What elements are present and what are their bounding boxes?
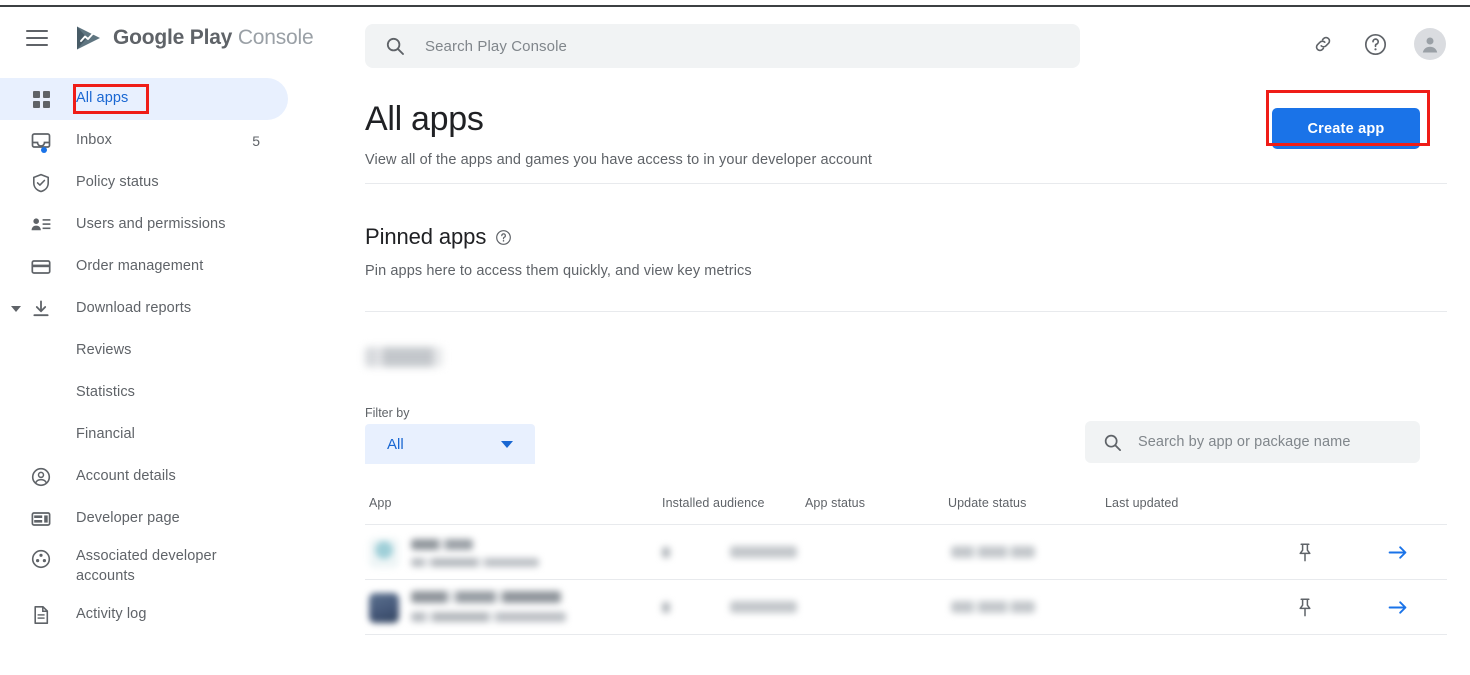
help-circle-icon[interactable] — [495, 229, 512, 246]
app-package-redacted — [411, 558, 539, 567]
sidebar: Google Play Console All apps — [0, 12, 340, 675]
sidebar-item-label: Policy status — [76, 173, 159, 193]
header-actions — [1310, 28, 1446, 60]
sidebar-item-financial[interactable]: Financial — [0, 414, 288, 456]
app-status-redacted — [730, 546, 797, 558]
divider-header — [365, 183, 1447, 184]
sidebar-item-users-and-permissions[interactable]: Users and permissions — [0, 204, 288, 246]
column-header-app-status: App status — [805, 496, 865, 510]
table-row[interactable] — [365, 579, 1447, 634]
sidebar-item-label: Developer page — [76, 509, 180, 529]
app-icon — [369, 538, 399, 568]
search-icon — [1103, 433, 1122, 452]
search-input[interactable]: Search Play Console — [365, 24, 1080, 68]
column-header-app: App — [369, 496, 392, 510]
arrow-right-icon[interactable] — [1387, 597, 1409, 623]
installed-audience-redacted — [662, 547, 670, 558]
sidebar-item-reviews[interactable]: Reviews — [0, 330, 288, 372]
grid-icon — [30, 88, 52, 110]
apps-table: App Installed audience App status Update… — [365, 490, 1447, 635]
sidebar-item-label: Reviews — [76, 341, 132, 361]
pinned-apps-label: Pinned apps — [365, 224, 486, 250]
table-bottom-divider — [365, 634, 1447, 635]
play-console-page: Google Play Console All apps — [0, 0, 1470, 675]
pin-icon[interactable] — [1295, 542, 1315, 568]
associated-accounts-icon — [30, 548, 52, 570]
sidebar-item-all-apps[interactable]: All apps — [0, 78, 288, 120]
play-console-logo — [74, 25, 104, 51]
users-icon — [30, 214, 52, 236]
sidebar-item-label: Order management — [76, 257, 203, 277]
pin-icon[interactable] — [1295, 597, 1315, 623]
brand-secondary: Console — [238, 26, 314, 49]
page-subtitle: View all of the apps and games you have … — [365, 152, 872, 168]
installed-audience-redacted — [662, 602, 670, 613]
sidebar-item-account-details[interactable]: Account details — [0, 456, 288, 498]
filter-by-label: Filter by — [365, 406, 409, 420]
sidebar-item-inbox[interactable]: Inbox 5 — [0, 120, 288, 162]
document-icon — [30, 604, 52, 626]
sidebar-item-order-management[interactable]: Order management — [0, 246, 288, 288]
user-avatar[interactable] — [1414, 28, 1446, 60]
arrow-right-icon[interactable] — [1387, 542, 1409, 568]
filter-selected-value: All — [387, 436, 404, 453]
sidebar-item-statistics[interactable]: Statistics — [0, 372, 288, 414]
download-icon — [30, 298, 52, 320]
sidebar-item-label: All apps — [76, 89, 128, 109]
column-header-update-status: Update status — [948, 496, 1026, 510]
app-name-redacted — [411, 539, 473, 550]
page-title: All apps — [365, 100, 484, 139]
pinned-apps-title: Pinned apps — [365, 224, 512, 250]
pinned-apps-description: Pin apps here to access them quickly, an… — [365, 263, 752, 279]
sidebar-item-label: Inbox — [76, 131, 112, 151]
last-updated-redacted — [951, 546, 1035, 558]
sidebar-item-label: Statistics — [76, 383, 135, 403]
sidebar-item-label: Account details — [76, 467, 176, 487]
chevron-down-icon — [501, 441, 513, 448]
app-icon — [369, 593, 399, 623]
chevron-down-icon[interactable] — [11, 306, 21, 312]
column-header-last-updated: Last updated — [1105, 496, 1178, 510]
sidebar-item-associated-developer-accounts[interactable]: Associated developer accounts — [0, 540, 288, 594]
app-search-placeholder: Search by app or package name — [1138, 434, 1350, 450]
link-icon[interactable] — [1310, 31, 1336, 57]
main-content: Search Play Console — [340, 12, 1470, 675]
brand-title: Google Play Console — [113, 26, 313, 50]
table-header-row: App Installed audience App status Update… — [365, 490, 1447, 524]
sidebar-item-label: Associated developer accounts — [76, 547, 236, 586]
help-circle-icon[interactable] — [1362, 31, 1388, 57]
apps-count-redacted — [365, 347, 443, 367]
last-updated-redacted — [951, 601, 1035, 613]
developer-page-icon — [30, 508, 52, 530]
hamburger-icon[interactable] — [26, 30, 48, 46]
sidebar-item-developer-page[interactable]: Developer page — [0, 498, 288, 540]
account-circle-icon — [30, 466, 52, 488]
divider-pinned — [365, 311, 1447, 312]
sidebar-item-label: Financial — [76, 425, 135, 445]
card-icon — [30, 256, 52, 278]
sidebar-item-download-reports[interactable]: Download reports — [0, 288, 288, 330]
search-icon — [385, 36, 405, 56]
sidebar-item-activity-log[interactable]: Activity log — [0, 594, 288, 636]
inbox-count-badge: 5 — [252, 133, 260, 149]
sidebar-item-label: Activity log — [76, 605, 147, 625]
app-name-redacted — [411, 591, 561, 603]
sidebar-item-label: Users and permissions — [76, 215, 226, 235]
app-package-redacted — [411, 612, 566, 622]
app-search-input[interactable]: Search by app or package name — [1085, 421, 1420, 463]
sidebar-item-policy-status[interactable]: Policy status — [0, 162, 288, 204]
window-top-rule — [0, 5, 1470, 7]
table-row[interactable] — [365, 524, 1447, 579]
brand-primary: Google Play — [113, 26, 232, 49]
app-status-redacted — [730, 601, 797, 613]
filter-select[interactable]: All — [365, 424, 535, 464]
column-header-installed-audience: Installed audience — [662, 496, 765, 510]
create-app-button[interactable]: Create app — [1272, 108, 1420, 149]
sidebar-item-label: Download reports — [76, 299, 191, 319]
inbox-unread-dot — [41, 147, 47, 153]
sidebar-nav: All apps Inbox 5 — [0, 78, 340, 636]
shield-check-icon — [30, 172, 52, 194]
search-placeholder: Search Play Console — [425, 38, 567, 55]
brand-row: Google Play Console — [0, 12, 340, 64]
